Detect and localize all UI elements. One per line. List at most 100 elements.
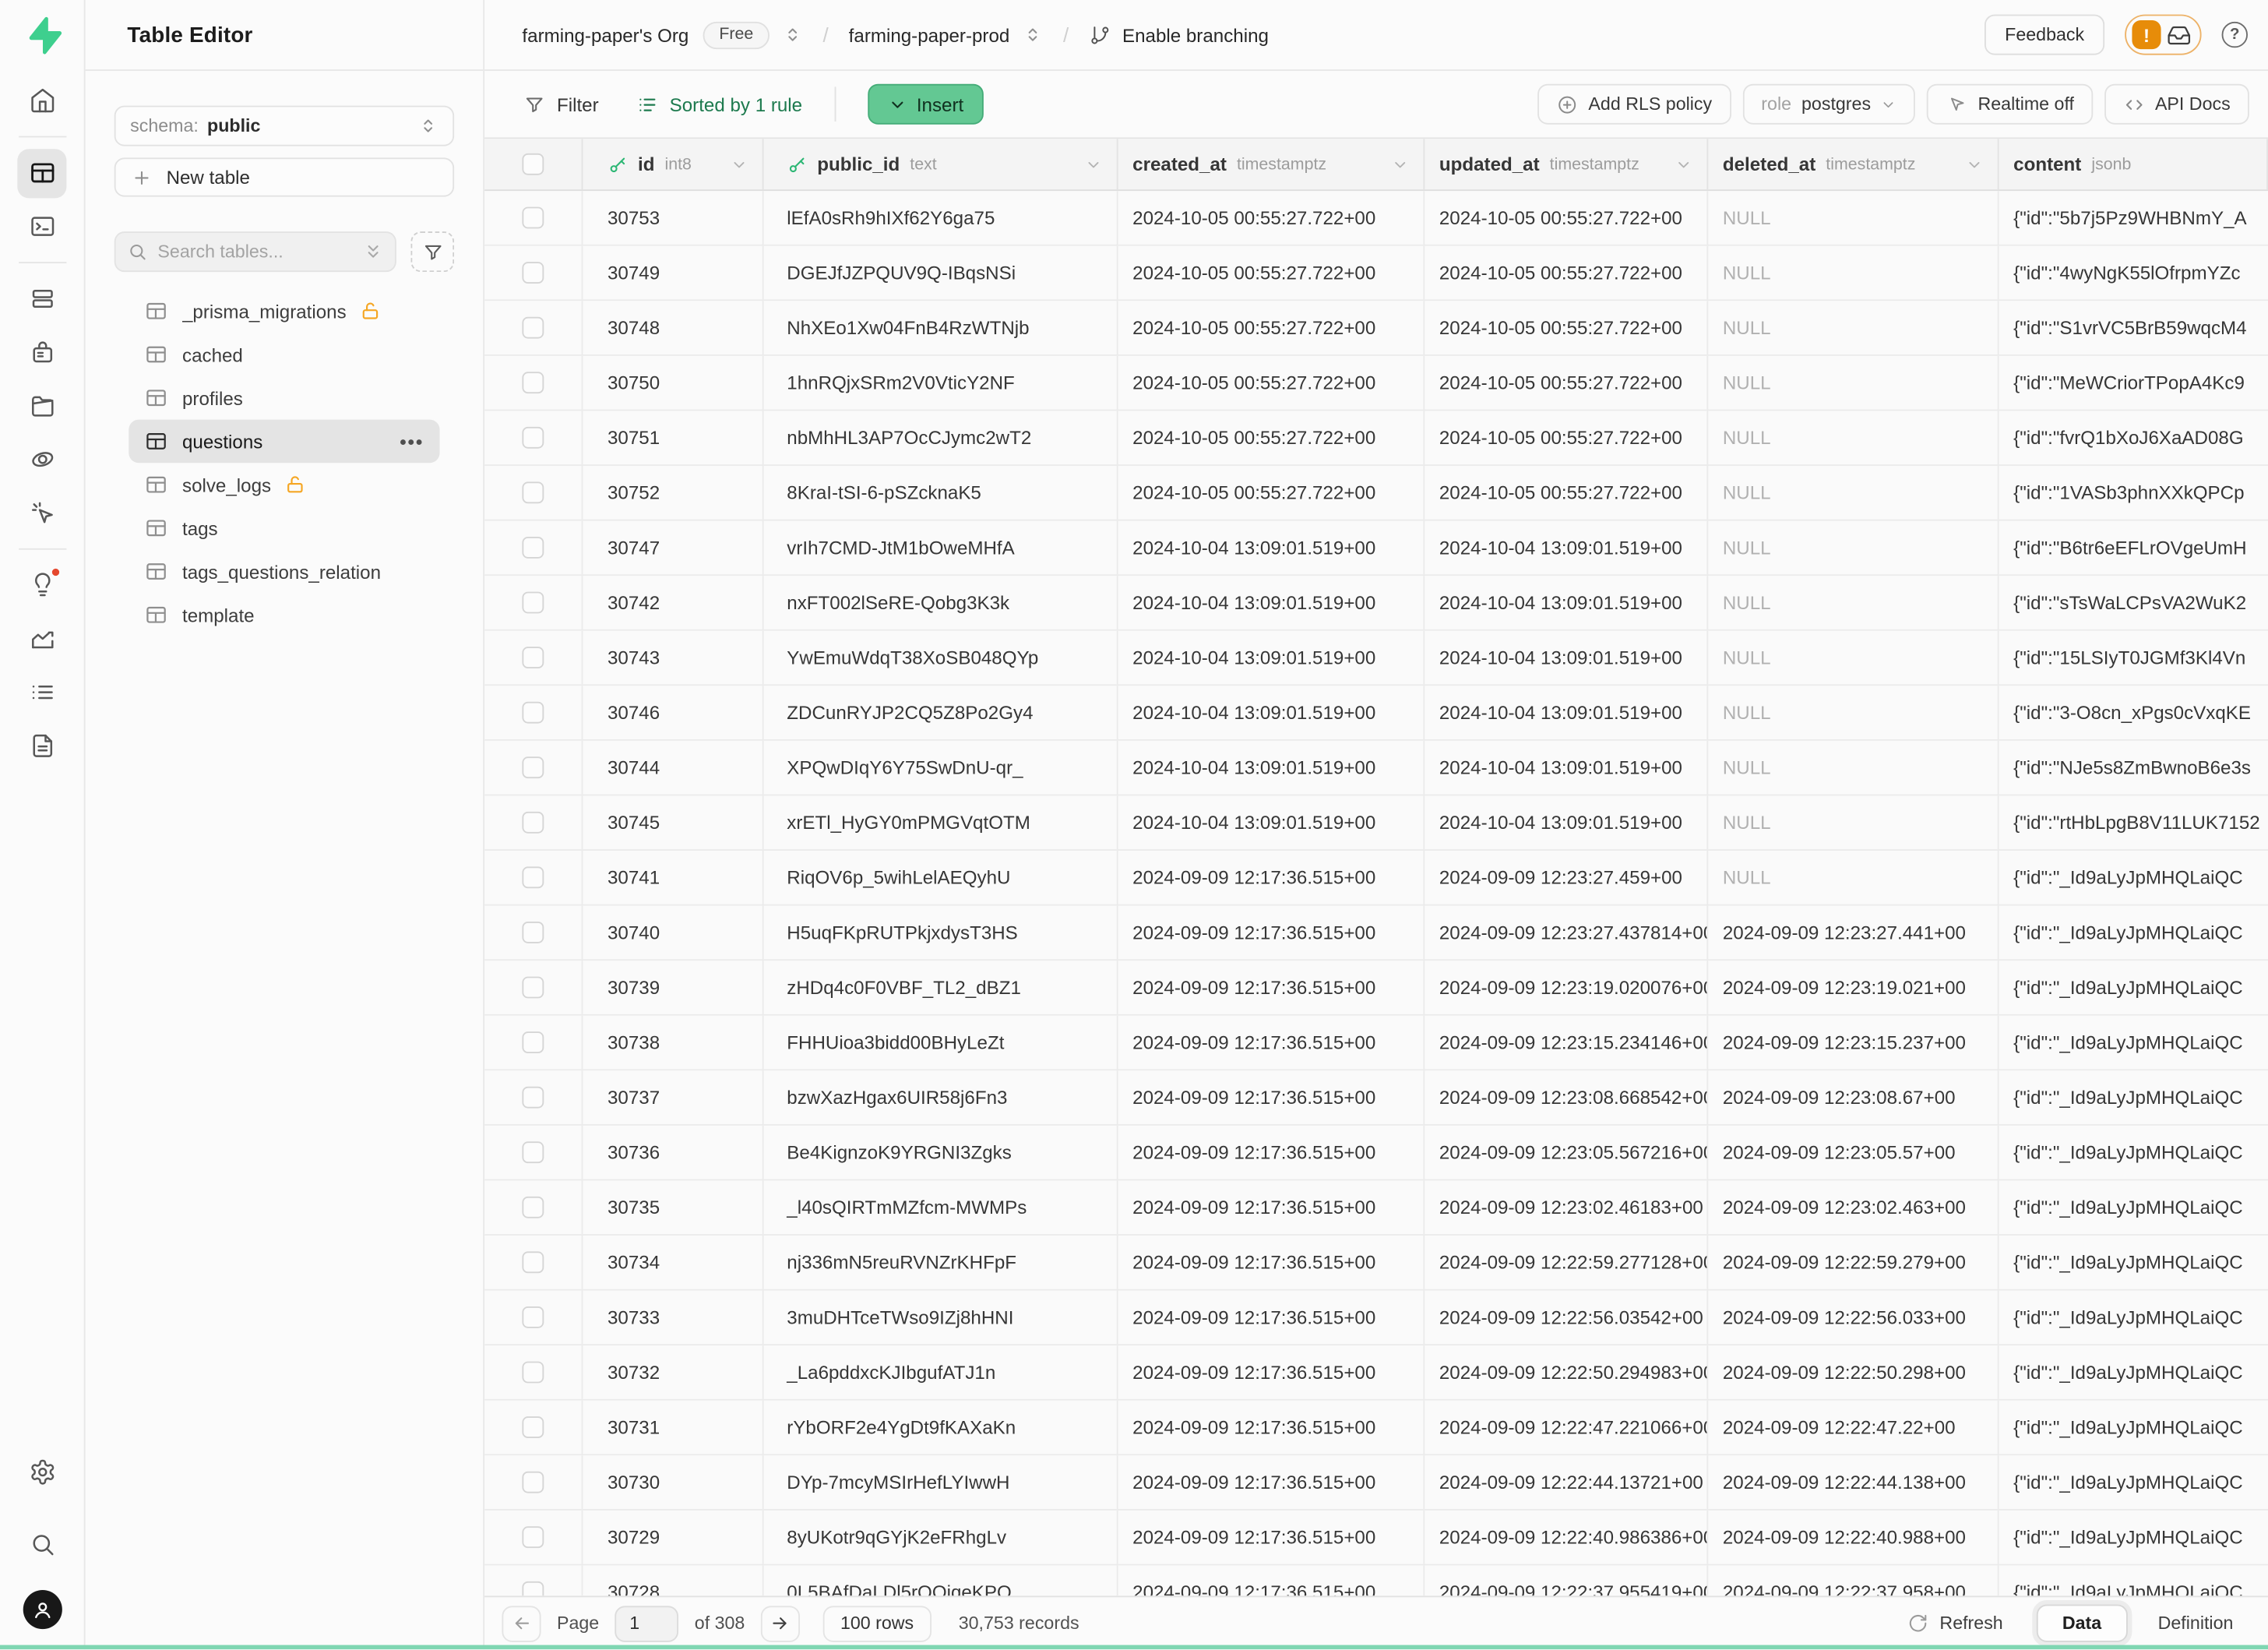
help-button[interactable]: ?	[2222, 22, 2248, 48]
table-row[interactable]: 30739 zHDq4c0F0VBF_TL2_dBZ1 2024-09-09 1…	[484, 961, 2268, 1016]
cell-created-at[interactable]: 2024-09-09 12:17:36.515+00	[1118, 1126, 1425, 1179]
cell-id[interactable]: 30728	[583, 1565, 763, 1595]
cell-content[interactable]: {"id":"_Id9aLyJpMHQLaiQC	[1999, 1565, 2268, 1595]
table-row[interactable]: 30749 DGEJfJZPQUV9Q-IBqsNSi 2024-10-05 0…	[484, 246, 2268, 301]
row-checkbox[interactable]	[522, 537, 544, 559]
row-select-cell[interactable]	[484, 1236, 583, 1289]
row-select-cell[interactable]	[484, 631, 583, 685]
cell-id[interactable]: 30748	[583, 301, 763, 354]
row-select-cell[interactable]	[484, 686, 583, 739]
cell-updated-at[interactable]: 2024-09-09 12:23:15.234146+00	[1425, 1016, 1708, 1070]
search-tables-box[interactable]	[114, 231, 396, 272]
table-row[interactable]: 30731 rYbORF2e4YgDt9fKAXaKn 2024-09-09 1…	[484, 1401, 2268, 1456]
cell-deleted-at[interactable]: 2024-09-09 12:23:19.021+00	[1708, 961, 1999, 1014]
table-row[interactable]: 30744 XPQwDIqY6Y75SwDnU-qr_ 2024-10-04 1…	[484, 741, 2268, 796]
tab-definition[interactable]: Definition	[2140, 1613, 2250, 1634]
filter-button[interactable]: Filter	[523, 93, 598, 115]
sidebar-table-item[interactable]: _prisma_migrations	[129, 289, 439, 333]
cell-public-id[interactable]: H5uqFKpRUTPkjxdysT3HS	[764, 906, 1118, 960]
cell-deleted-at[interactable]: NULL	[1708, 301, 1999, 354]
row-checkbox[interactable]	[522, 481, 544, 503]
api-docs-button[interactable]: API Docs	[2104, 84, 2249, 125]
cell-created-at[interactable]: 2024-09-09 12:17:36.515+00	[1118, 1291, 1425, 1345]
table-row[interactable]: 30750 1hnRQjxSRm2V0VticY2NF 2024-10-05 0…	[484, 356, 2268, 411]
cell-deleted-at[interactable]: 2024-09-09 12:22:37.958+00	[1708, 1565, 1999, 1595]
cell-created-at[interactable]: 2024-09-09 12:17:36.515+00	[1118, 1345, 1425, 1399]
chevron-down-icon[interactable]	[1392, 156, 1409, 173]
table-row[interactable]: 30737 bzwXazHgax6UIR58j6Fn3 2024-09-09 1…	[484, 1070, 2268, 1126]
nav-api-docs[interactable]	[17, 721, 66, 770]
cell-content[interactable]: {"id":"_Id9aLyJpMHQLaiQC	[1999, 1016, 2268, 1070]
cell-id[interactable]: 30731	[583, 1401, 763, 1454]
cell-created-at[interactable]: 2024-10-04 13:09:01.519+00	[1118, 576, 1425, 629]
nav-edge-functions[interactable]	[17, 435, 66, 484]
search-tables-input[interactable]	[157, 242, 353, 262]
row-select-cell[interactable]	[484, 1016, 583, 1070]
cell-id[interactable]: 30741	[583, 851, 763, 904]
cell-created-at[interactable]: 2024-10-05 00:55:27.722+00	[1118, 411, 1425, 464]
table-row[interactable]: 30729 8yUKotr9qGYjK2eFRhgLv 2024-09-09 1…	[484, 1511, 2268, 1566]
row-select-cell[interactable]	[484, 521, 583, 575]
cell-deleted-at[interactable]: 2024-09-09 12:22:59.279+00	[1708, 1236, 1999, 1289]
cell-deleted-at[interactable]: NULL	[1708, 851, 1999, 904]
cell-content[interactable]: {"id":"15LSIyT0JGMf3Kl4Vn	[1999, 631, 2268, 685]
cell-created-at[interactable]: 2024-10-04 13:09:01.519+00	[1118, 686, 1425, 739]
table-row[interactable]: 30751 nbMhHL3AP7OcCJymc2wT2 2024-10-05 0…	[484, 411, 2268, 466]
row-checkbox[interactable]	[522, 1251, 544, 1273]
row-checkbox[interactable]	[522, 1087, 544, 1109]
next-page-button[interactable]	[761, 1606, 800, 1641]
cell-updated-at[interactable]: 2024-10-05 00:55:27.722+00	[1425, 411, 1708, 464]
table-row[interactable]: 30736 Be4KignzoK9YRGNI3Zgks 2024-09-09 1…	[484, 1126, 2268, 1181]
row-checkbox[interactable]	[522, 592, 544, 614]
row-select-cell[interactable]	[484, 1345, 583, 1399]
row-select-cell[interactable]	[484, 906, 583, 960]
enable-branching-button[interactable]: Enable branching	[1122, 24, 1269, 46]
nav-storage[interactable]	[17, 381, 66, 430]
cell-deleted-at[interactable]: NULL	[1708, 741, 1999, 795]
table-row[interactable]: 30730 DYp-7mcyMSIrHefLYIwwH 2024-09-09 1…	[484, 1455, 2268, 1511]
cell-id[interactable]: 30749	[583, 246, 763, 300]
cell-updated-at[interactable]: 2024-10-04 13:09:01.519+00	[1425, 521, 1708, 575]
cell-content[interactable]: {"id":"_Id9aLyJpMHQLaiQC	[1999, 1345, 2268, 1399]
cell-public-id[interactable]: bzwXazHgax6UIR58j6Fn3	[764, 1070, 1118, 1124]
row-checkbox[interactable]	[522, 1197, 544, 1218]
breadcrumb-org[interactable]: farming-paper's Org	[522, 24, 688, 46]
sidebar-table-item[interactable]: template	[129, 593, 439, 636]
row-checkbox[interactable]	[522, 1306, 544, 1328]
row-select-cell[interactable]	[484, 1291, 583, 1345]
cell-id[interactable]: 30745	[583, 795, 763, 849]
cell-public-id[interactable]: FHHUioa3bidd00BHyLeZt	[764, 1016, 1118, 1070]
row-checkbox[interactable]	[522, 977, 544, 999]
cell-id[interactable]: 30736	[583, 1126, 763, 1179]
cell-public-id[interactable]: vrIh7CMD-JtM1bOweMHfA	[764, 521, 1118, 575]
cell-updated-at[interactable]: 2024-10-05 00:55:27.722+00	[1425, 301, 1708, 354]
row-select-cell[interactable]	[484, 576, 583, 629]
cell-public-id[interactable]: 3muDHTceTWso9IZj8hHNI	[764, 1291, 1118, 1345]
row-select-cell[interactable]	[484, 961, 583, 1014]
table-row[interactable]: 30743 YwEmuWdqT38XoSB048QYp 2024-10-04 1…	[484, 631, 2268, 686]
cell-content[interactable]: {"id":"3-O8cn_xPgs0cVxqKE	[1999, 686, 2268, 739]
cell-id[interactable]: 30737	[583, 1070, 763, 1124]
table-row[interactable]: 30735 _l40sQIRTmMZfcm-MWMPs 2024-09-09 1…	[484, 1180, 2268, 1236]
table-row[interactable]: 30728 0L5BAfDaLDl5rQOiqeKPO 2024-09-09 1…	[484, 1565, 2268, 1595]
cell-public-id[interactable]: zHDq4c0F0VBF_TL2_dBZ1	[764, 961, 1118, 1014]
cell-updated-at[interactable]: 2024-09-09 12:22:44.13721+00	[1425, 1455, 1708, 1509]
row-checkbox[interactable]	[522, 756, 544, 778]
row-select-cell[interactable]	[484, 1401, 583, 1454]
cell-deleted-at[interactable]: NULL	[1708, 686, 1999, 739]
cell-updated-at[interactable]: 2024-09-09 12:22:56.03542+00	[1425, 1291, 1708, 1345]
sidebar-table-item[interactable]: tags	[129, 506, 439, 550]
cell-content[interactable]: {"id":"B6tr6eEFLrOVgeUmH	[1999, 521, 2268, 575]
cell-content[interactable]: {"id":"4wyNgK55lOfrpmYZc	[1999, 246, 2268, 300]
row-checkbox[interactable]	[522, 1581, 544, 1596]
row-checkbox[interactable]	[522, 1416, 544, 1438]
refresh-button[interactable]: Refresh	[1908, 1613, 2003, 1634]
cell-public-id[interactable]: 1hnRQjxSRm2V0VticY2NF	[764, 356, 1118, 410]
nav-realtime[interactable]	[17, 488, 66, 538]
cell-id[interactable]: 30735	[583, 1180, 763, 1234]
cell-content[interactable]: {"id":"_Id9aLyJpMHQLaiQC	[1999, 1070, 2268, 1124]
nav-home[interactable]	[17, 76, 66, 125]
nav-logs[interactable]	[17, 668, 66, 717]
cell-deleted-at[interactable]: NULL	[1708, 356, 1999, 410]
role-select-button[interactable]: role postgres	[1742, 84, 1915, 125]
